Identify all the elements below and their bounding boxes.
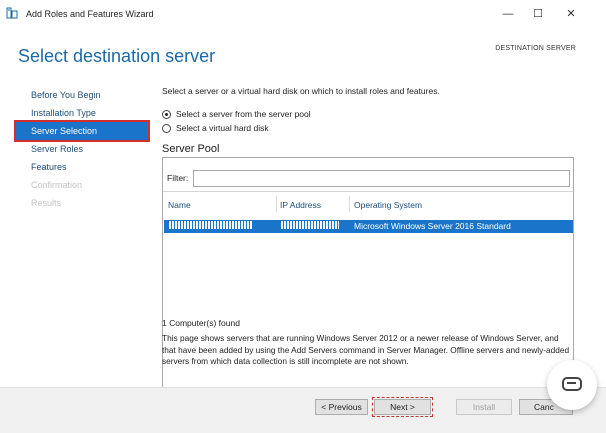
server-os-cell: Microsoft Windows Server 2016 Standard [354, 221, 511, 231]
server-pool-title: Server Pool [162, 143, 220, 155]
wizard-steps-nav: Before You Begin Installation Type Serve… [14, 86, 150, 212]
server-manager-icon [6, 7, 18, 19]
server-name-redacted [169, 221, 253, 231]
wizard-header: Select destination server DESTINATION SE… [0, 28, 606, 84]
option-server-pool-label: Select a server from the server pool [176, 109, 311, 119]
column-separator[interactable] [276, 196, 277, 212]
intro-text: Select a server or a virtual hard disk o… [162, 86, 440, 96]
chat-bubble-button[interactable] [547, 360, 597, 410]
server-ip-redacted [281, 221, 339, 231]
page-title: Select destination server [18, 46, 216, 66]
title-bar: Add Roles and Features Wizard — ☐ ✕ [0, 0, 606, 28]
wizard-footer: < Previous Next > Install Canc [0, 387, 606, 433]
nav-item-installation-type[interactable]: Installation Type [16, 104, 148, 122]
column-separator[interactable] [349, 196, 350, 212]
install-button: Install [456, 399, 512, 415]
maximize-button[interactable]: ☐ [523, 4, 553, 24]
option-server-pool[interactable]: Select a server from the server pool [162, 107, 311, 121]
nav-item-results: Results [31, 198, 62, 208]
nav-item-before-you-begin[interactable]: Before You Begin [16, 86, 148, 104]
radio-virtual-hard-disk[interactable] [162, 123, 171, 133]
nav-item-features[interactable]: Features [16, 158, 148, 176]
previous-button[interactable]: < Previous [315, 399, 368, 415]
filter-label: Filter: [167, 173, 189, 183]
filter-row: Filter: [163, 158, 573, 192]
table-row-selected[interactable]: Microsoft Windows Server 2016 Standard [164, 220, 573, 233]
close-button[interactable]: ✕ [556, 4, 586, 24]
option-virtual-hard-disk-label: Select a virtual hard disk [176, 123, 269, 133]
nav-item-server-roles[interactable]: Server Roles [16, 140, 148, 158]
destination-server-label: DESTINATION SERVER [495, 45, 576, 52]
server-pool-note: This page shows servers that are running… [162, 333, 570, 366]
next-button[interactable]: Next > [372, 397, 433, 417]
window-title: Add Roles and Features Wizard [26, 9, 154, 19]
column-header-name[interactable]: Name [168, 200, 191, 210]
column-header-os[interactable]: Operating System [354, 200, 422, 210]
column-header-ip[interactable]: IP Address [280, 200, 321, 210]
nav-item-confirmation: Confirmation [31, 180, 83, 190]
option-virtual-hard-disk[interactable]: Select a virtual hard disk [162, 121, 269, 135]
chat-icon [562, 377, 582, 391]
nav-item-server-selection[interactable]: Server Selection [14, 120, 150, 142]
filter-input[interactable] [193, 170, 570, 187]
computer-count: 1 Computer(s) found [162, 318, 240, 328]
radio-server-pool[interactable] [162, 109, 171, 119]
minimize-button[interactable]: — [493, 4, 523, 24]
